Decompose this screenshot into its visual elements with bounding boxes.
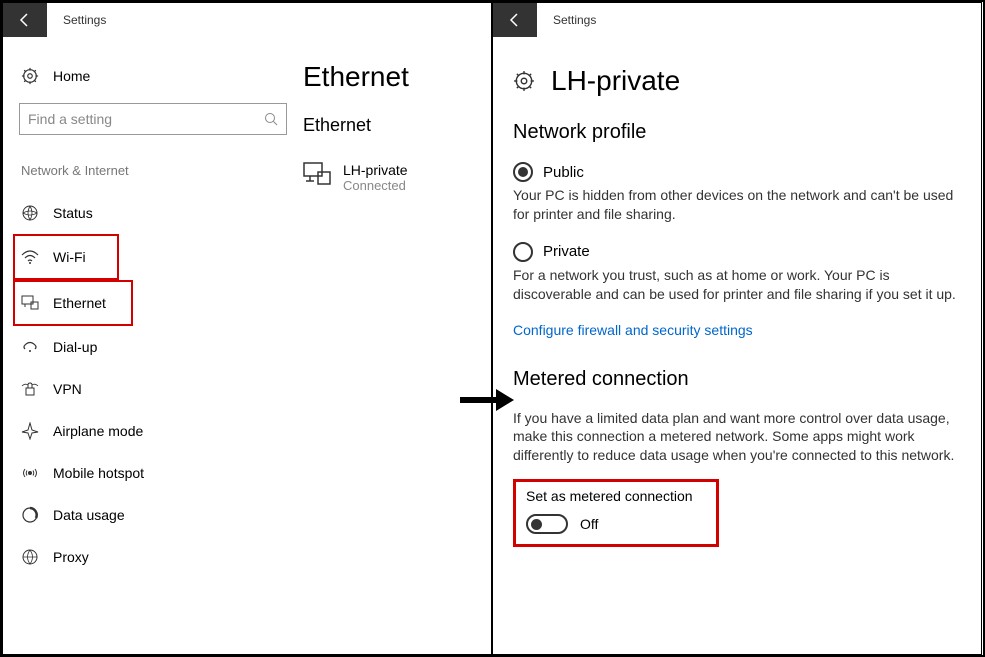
nav-item-vpn[interactable]: VPN [19, 368, 287, 410]
search-input-container[interactable] [19, 103, 287, 135]
airplane-icon [21, 422, 39, 440]
private-description: For a network you trust, such as at home… [513, 266, 961, 304]
radio-icon-selected [513, 162, 533, 182]
page-title: Ethernet [303, 61, 483, 93]
metered-toggle[interactable] [526, 514, 568, 534]
nav-item-status[interactable]: Status [19, 192, 287, 234]
radio-label: Public [543, 164, 584, 181]
back-button[interactable] [3, 3, 47, 37]
nav-label: Proxy [53, 549, 89, 565]
network-status: Connected [343, 178, 408, 193]
nav-item-datausage[interactable]: Data usage [19, 494, 287, 536]
section-heading-profile: Network profile [513, 121, 961, 144]
home-icon [21, 67, 39, 85]
category-label: Network & Internet [21, 163, 287, 178]
status-icon [21, 204, 39, 222]
nav-label: Wi-Fi [53, 249, 86, 265]
nav-item-wifi[interactable]: Wi-Fi [19, 236, 109, 278]
section-heading-metered: Metered connection [513, 368, 961, 391]
page-title: LH-private [551, 65, 680, 97]
radio-public[interactable]: Public [513, 162, 961, 182]
window-header: Settings [493, 3, 981, 37]
wifi-icon [21, 248, 39, 266]
nav-label: VPN [53, 381, 82, 397]
nav-label: Data usage [53, 507, 125, 523]
toggle-state: Off [580, 516, 598, 532]
nav-item-proxy[interactable]: Proxy [19, 536, 287, 578]
ethernet-icon [21, 294, 39, 312]
toggle-label: Set as metered connection [526, 488, 706, 504]
metered-highlight-box: Set as metered connection Off [513, 479, 719, 547]
window-header: Settings [3, 3, 491, 37]
nav-label: Status [53, 205, 93, 221]
search-icon [264, 112, 278, 126]
dialup-icon [21, 338, 39, 356]
proxy-icon [21, 548, 39, 566]
network-icon [303, 162, 331, 186]
toggle-knob [531, 519, 542, 530]
nav-item-airplane[interactable]: Airplane mode [19, 410, 287, 452]
vpn-icon [21, 380, 39, 398]
gear-icon [513, 70, 535, 92]
back-button[interactable] [493, 3, 537, 37]
radio-icon-unselected [513, 242, 533, 262]
datausage-icon [21, 506, 39, 524]
annotation-arrow-icon [458, 385, 514, 420]
nav-item-hotspot[interactable]: Mobile hotspot [19, 452, 287, 494]
nav-item-dialup[interactable]: Dial-up [19, 326, 287, 368]
nav-item-ethernet[interactable]: Ethernet [19, 282, 123, 324]
hotspot-icon [21, 464, 39, 482]
network-entry[interactable]: LH-private Connected [303, 162, 483, 193]
network-name: LH-private [343, 162, 408, 178]
radio-private[interactable]: Private [513, 242, 961, 262]
nav-label: Ethernet [53, 295, 106, 311]
metered-description: If you have a limited data plan and want… [513, 409, 961, 466]
window-title: Settings [63, 13, 106, 27]
nav-label: Airplane mode [53, 423, 143, 439]
public-description: Your PC is hidden from other devices on … [513, 186, 961, 224]
radio-label: Private [543, 243, 590, 260]
search-input[interactable] [28, 111, 278, 127]
window-title: Settings [553, 13, 596, 27]
home-nav-item[interactable]: Home [21, 67, 287, 85]
home-label: Home [53, 68, 90, 84]
sub-title: Ethernet [303, 115, 483, 136]
nav-label: Mobile hotspot [53, 465, 144, 481]
configure-link[interactable]: Configure firewall and security settings [513, 322, 961, 338]
nav-label: Dial-up [53, 339, 97, 355]
